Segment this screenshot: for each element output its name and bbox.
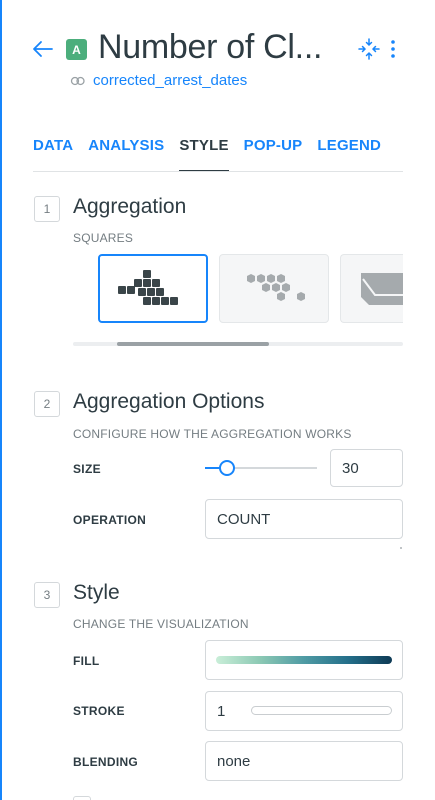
panel-left-border: [0, 0, 2, 800]
tab-pop-up[interactable]: POP-UP: [244, 134, 303, 172]
stroke-width-value[interactable]: 1: [217, 703, 225, 720]
blending-select[interactable]: none: [205, 741, 403, 781]
tab-bar: DATA ANALYSIS STYLE POP-UP LEGEND: [33, 134, 403, 172]
section-title-style: Style: [73, 581, 120, 604]
layer-title[interactable]: Number of Cl...: [98, 28, 328, 67]
operation-select[interactable]: COUNT: [205, 499, 403, 539]
operation-label: OPERATION: [73, 513, 147, 527]
back-button[interactable]: [30, 36, 56, 62]
layer-header: A Number of Cl... corrected_arrest_dates: [0, 0, 435, 120]
section-subtitle-aggregation-options: CONFIGURE HOW THE AGGREGATION WORKS: [73, 427, 352, 441]
size-label: SIZE: [73, 462, 101, 476]
stroke-color-button[interactable]: [251, 706, 392, 715]
section-title-aggregation-options: Aggregation Options: [73, 390, 265, 413]
blending-label: BLENDING: [73, 755, 139, 769]
compress-icon: [358, 38, 380, 60]
step-number-2: 2: [34, 391, 60, 417]
aggregation-scrollbar[interactable]: [117, 342, 269, 346]
section-title-aggregation: Aggregation: [73, 195, 187, 218]
section-subtitle-aggregation: SQUARES: [73, 231, 134, 245]
squares-icon: [118, 270, 178, 305]
layer-letter-badge: A: [66, 39, 87, 60]
tab-data[interactable]: DATA: [33, 134, 73, 172]
fill-color-ramp: [216, 656, 392, 664]
tab-style[interactable]: STYLE: [179, 134, 229, 172]
aggregation-option-squares[interactable]: [98, 254, 208, 323]
stroke-label: STROKE: [73, 704, 125, 718]
section-subtitle-style: CHANGE THE VISUALIZATION: [73, 617, 249, 631]
hexagons-icon: [247, 274, 305, 301]
aggregation-option-boundaries[interactable]: [340, 254, 403, 323]
next-step-number: [73, 796, 91, 800]
size-slider-handle[interactable]: [219, 460, 236, 476]
arrow-left-icon: [33, 41, 53, 57]
resize-dot: [400, 547, 402, 549]
aggregation-option-hexagons[interactable]: [219, 254, 329, 323]
link-icon: [70, 76, 85, 86]
size-input[interactable]: 30: [330, 449, 403, 487]
tab-legend[interactable]: LEGEND: [317, 134, 381, 172]
step-number-3: 3: [34, 582, 60, 608]
source-dataset-link[interactable]: corrected_arrest_dates: [93, 72, 247, 89]
more-vertical-icon: [391, 40, 395, 58]
more-options-button[interactable]: [386, 37, 400, 61]
tab-analysis[interactable]: ANALYSIS: [88, 134, 164, 172]
fill-label: FILL: [73, 654, 100, 668]
boundaries-icon: [361, 273, 403, 305]
step-number-1: 1: [34, 196, 60, 222]
tabs-divider: [33, 171, 403, 172]
compress-button[interactable]: [357, 37, 381, 61]
